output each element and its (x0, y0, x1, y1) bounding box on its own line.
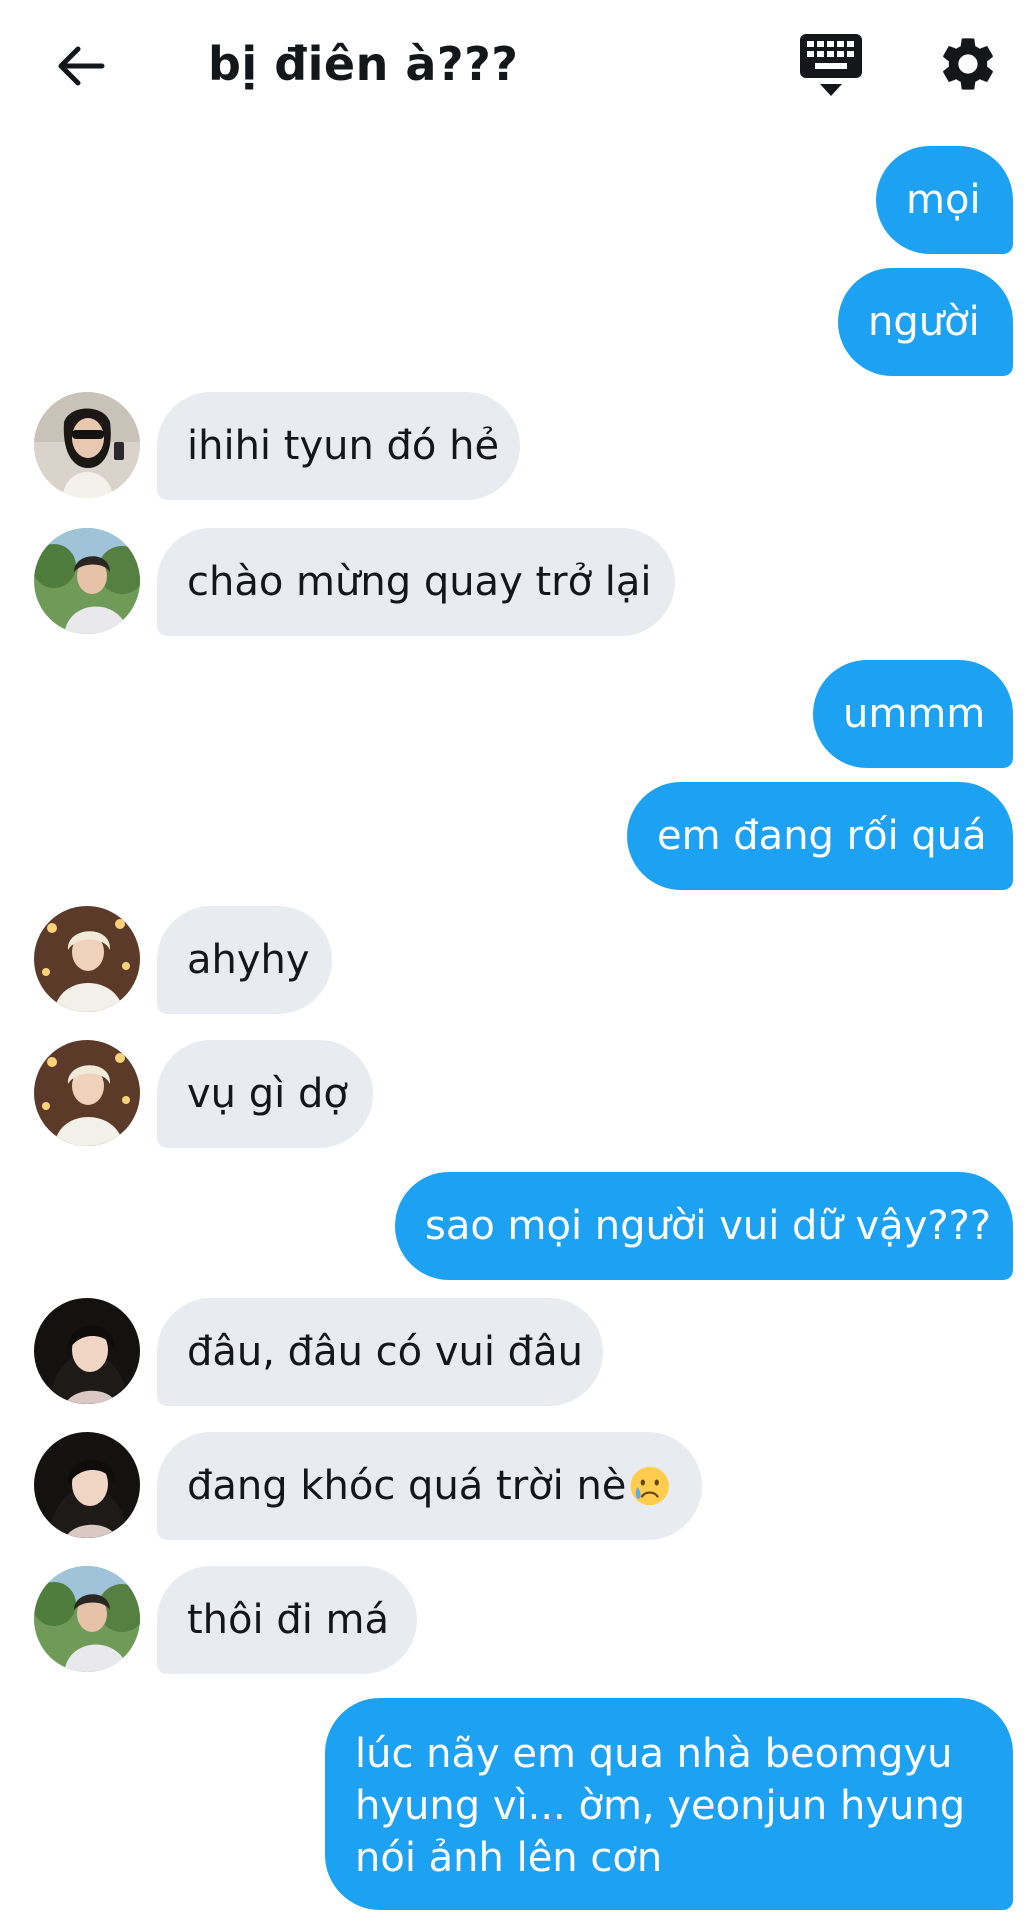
avatar-member-blonde[interactable] (34, 1040, 140, 1146)
message-text: người (868, 299, 980, 345)
message-text: vụ gì dợ (187, 1071, 348, 1117)
message-bubble-incoming[interactable]: chào mừng quay trở lại (157, 528, 675, 636)
message-text: đâu, đâu có vui đâu (187, 1329, 583, 1375)
avatar-member-blonde[interactable] (34, 906, 140, 1012)
message-bubble-outgoing[interactable]: ummm (813, 660, 1013, 768)
message-text: lúc nãy em qua nhà beomgyu hyung vì... ờ… (355, 1731, 966, 1881)
message-bubble-incoming[interactable]: thôi đi má (157, 1566, 417, 1674)
message-text: ihihi tyun đó hẻ (187, 423, 500, 469)
message-text: mọi (906, 177, 981, 223)
message-text: ahyhy (187, 937, 310, 983)
avatar-photo (34, 528, 140, 634)
avatar-member-sunglasses[interactable] (34, 392, 140, 498)
avatar-photo (34, 392, 140, 498)
message-bubble-outgoing[interactable]: mọi (876, 146, 1013, 254)
message-bubble-outgoing[interactable]: lúc nãy em qua nhà beomgyu hyung vì... ờ… (325, 1698, 1013, 1910)
crying-face-emoji (631, 1466, 670, 1506)
message-text: đang khóc quá trời nè (187, 1463, 627, 1509)
message-text: ummm (843, 691, 986, 737)
message-text: sao mọi người vui dữ vậy??? (425, 1203, 992, 1249)
avatar-photo (34, 1298, 140, 1404)
message-text: em đang rối quá (657, 813, 987, 859)
avatar-photo (34, 1432, 140, 1538)
avatar-member-darkhair[interactable] (34, 1432, 140, 1538)
message-bubble-outgoing[interactable]: em đang rối quá (627, 782, 1013, 890)
message-bubble-incoming[interactable]: ihihi tyun đó hẻ (157, 392, 520, 500)
avatar-photo (34, 1566, 140, 1672)
message-bubble-outgoing[interactable]: sao mọi người vui dữ vậy??? (395, 1172, 1013, 1280)
avatar-member-darkhair[interactable] (34, 1298, 140, 1404)
message-bubble-incoming[interactable]: đang khóc quá trời nè (157, 1432, 702, 1540)
avatar-member-park[interactable] (34, 1566, 140, 1672)
message-text: thôi đi má (187, 1597, 390, 1643)
avatar-photo (34, 1040, 140, 1146)
message-bubble-incoming[interactable]: vụ gì dợ (157, 1040, 373, 1148)
avatar-photo (34, 906, 140, 1012)
message-bubble-outgoing[interactable]: người (838, 268, 1013, 376)
message-list[interactable]: mọi người ihihi tyun đó hẻ chào mừng qua… (0, 0, 1031, 1920)
message-bubble-incoming[interactable]: ahyhy (157, 906, 332, 1014)
message-bubble-incoming[interactable]: đâu, đâu có vui đâu (157, 1298, 603, 1406)
message-text: chào mừng quay trở lại (187, 559, 652, 605)
avatar-member-park[interactable] (34, 528, 140, 634)
